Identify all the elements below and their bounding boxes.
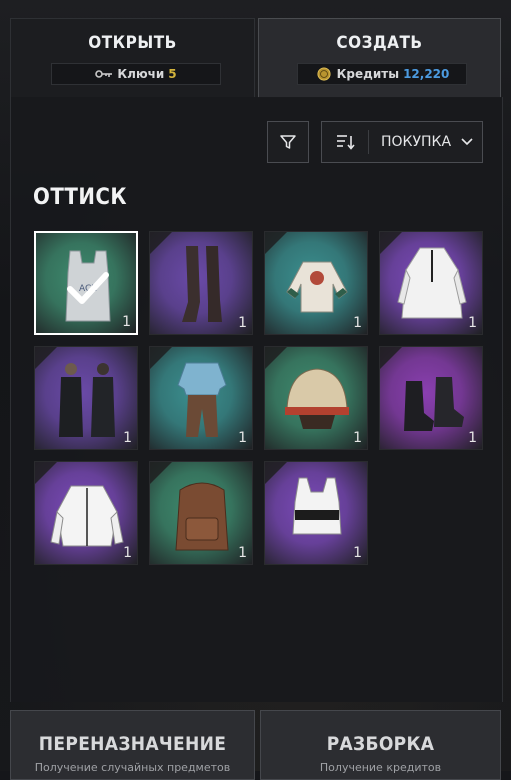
- section-title: ОТТИСК: [33, 185, 128, 210]
- tab-open-title: ОТКРЫТЬ: [88, 33, 177, 53]
- check-icon: [67, 272, 109, 304]
- backpack-image: [175, 482, 229, 551]
- boots-image: [182, 246, 222, 322]
- item-quantity: 1: [238, 430, 247, 446]
- credits-label: Кредиты: [336, 67, 400, 81]
- item-quantity: 1: [122, 314, 131, 330]
- credits-coin-icon: [317, 67, 331, 81]
- sort-icon: [322, 130, 369, 154]
- sort-dropdown[interactable]: ПОКУПКА: [321, 121, 483, 163]
- ankle-boots-image: [404, 377, 464, 431]
- reassign-title: ПЕРЕНАЗНАЧЕНИЕ: [38, 733, 227, 755]
- item-quantity: 1: [468, 430, 477, 446]
- item-quantity: 1: [468, 315, 477, 331]
- coat-image: [397, 247, 467, 319]
- credits-value: 12,220: [403, 67, 450, 81]
- filter-button[interactable]: [267, 121, 309, 163]
- item-tile[interactable]: ACE 1: [34, 231, 138, 335]
- item-tile[interactable]: 1: [149, 231, 253, 335]
- credits-counter: Кредиты 12,220: [297, 63, 467, 85]
- reassign-subtitle: Получение случайных предметов: [34, 761, 231, 774]
- helmet-image: [285, 368, 349, 429]
- item-tile[interactable]: 1: [379, 231, 483, 335]
- crafting-panel: ПОКУПКА ОТТИСК ACE 1 1 1 1 1 1 1 1 1 1 1: [10, 97, 503, 702]
- item-quantity: 1: [123, 545, 132, 561]
- item-tile[interactable]: 1: [149, 346, 253, 450]
- item-quantity: 1: [353, 545, 362, 561]
- top-tabs: ОТКРЫТЬ Ключи 5 СОЗДАТЬ Кредиты 12,220: [10, 18, 501, 98]
- item-tile[interactable]: 1: [264, 346, 368, 450]
- item-quantity: 1: [353, 430, 362, 446]
- disassemble-subtitle: Получение кредитов: [319, 761, 442, 774]
- disassemble-title: РАЗБОРКА: [326, 733, 435, 755]
- item-tile[interactable]: 1: [264, 231, 368, 335]
- item-tile[interactable]: 1: [149, 461, 253, 565]
- keys-counter: Ключи 5: [51, 63, 221, 85]
- item-quantity: 1: [238, 545, 247, 561]
- item-quantity: 1: [353, 315, 362, 331]
- item-quantity: 1: [238, 315, 247, 331]
- disassemble-button[interactable]: РАЗБОРКА Получение кредитов: [260, 710, 501, 780]
- item-quantity: 1: [123, 430, 132, 446]
- keys-label: Ключи: [117, 67, 165, 81]
- dark-outfit-image: [59, 363, 115, 437]
- varsity-jacket-image: [50, 485, 124, 547]
- crop-top-image: [292, 477, 342, 535]
- tab-open[interactable]: ОТКРЫТЬ Ключи 5: [10, 18, 255, 98]
- key-icon: [95, 70, 113, 78]
- chevron-down-icon: [461, 138, 473, 146]
- tab-create-title: СОЗДАТЬ: [336, 33, 423, 53]
- item-tile[interactable]: 1: [34, 346, 138, 450]
- sort-label: ПОКУПКА: [381, 134, 452, 150]
- item-tile[interactable]: 1: [264, 461, 368, 565]
- shirt-trousers-image: [177, 362, 227, 437]
- shirt-image: [286, 261, 348, 313]
- reassign-button[interactable]: ПЕРЕНАЗНАЧЕНИЕ Получение случайных предм…: [10, 710, 255, 780]
- keys-value: 5: [168, 67, 177, 81]
- item-tile[interactable]: 1: [379, 346, 483, 450]
- tab-create[interactable]: СОЗДАТЬ Кредиты 12,220: [258, 18, 501, 98]
- item-tile[interactable]: 1: [34, 461, 138, 565]
- filter-icon: [280, 135, 296, 149]
